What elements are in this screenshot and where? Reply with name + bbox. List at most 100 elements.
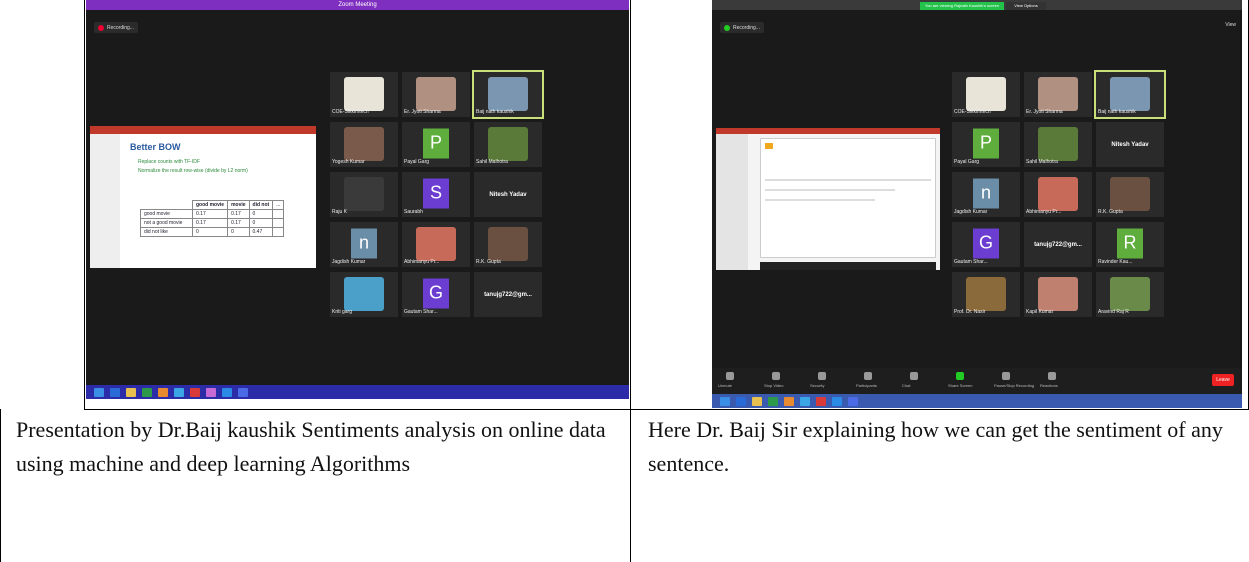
- participant-tile[interactable]: Abhimanyu Pr...: [402, 222, 470, 267]
- participant-video: [1038, 177, 1078, 211]
- participant-tile[interactable]: P Payal Garg: [402, 122, 470, 167]
- participant-tile[interactable]: Baij nath kaushik: [1094, 70, 1166, 119]
- participant-tile[interactable]: Er. Jyoti Sharma: [1024, 72, 1092, 117]
- participant-initial-avatar: P: [423, 128, 449, 158]
- participant-tile[interactable]: Sahil Malhotra: [1024, 122, 1092, 167]
- shared-notebook-screen: [716, 128, 940, 270]
- participant-name: R.K. Gupta: [476, 259, 501, 265]
- chrome-icon[interactable]: [784, 396, 794, 406]
- zoom-icon[interactable]: [832, 396, 842, 406]
- participant-tile[interactable]: P Payal Garg: [952, 122, 1020, 167]
- view-button[interactable]: View: [1225, 22, 1236, 28]
- participant-tile[interactable]: Kriti garg: [330, 272, 398, 317]
- pdf-icon[interactable]: [190, 387, 200, 397]
- table-cell: 0.47: [248, 227, 274, 237]
- participant-tile[interactable]: R Ravinder Kau...: [1096, 222, 1164, 267]
- control-reactions-icon[interactable]: [1048, 372, 1056, 380]
- windows-start-icon[interactable]: [94, 387, 104, 397]
- participant-name: Raju K: [332, 209, 348, 215]
- table-row-label: good movie: [140, 209, 193, 219]
- participant-video: [1038, 77, 1078, 111]
- table-cell: 0: [191, 227, 229, 237]
- participant-tile[interactable]: S Saurabh: [402, 172, 470, 217]
- windows-start-icon[interactable]: [720, 396, 730, 406]
- participant-name: Ravinder Kau...: [1098, 259, 1133, 265]
- participant-tile[interactable]: Kapil Kumar: [1024, 272, 1092, 317]
- app-icon[interactable]: [848, 396, 858, 406]
- table-cell: [272, 227, 285, 237]
- slide-bullets: Replace counts with TF-IDF Normalize the…: [138, 158, 308, 176]
- participant-name: Sahil Malhotra: [1026, 159, 1058, 165]
- participant-tile[interactable]: G Gautam Shar...: [952, 222, 1020, 267]
- participant-initial-avatar: G: [423, 278, 449, 308]
- participant-tile[interactable]: R.K. Gupta: [1096, 172, 1164, 217]
- participant-tile[interactable]: n Jagdish Kumar: [330, 222, 398, 267]
- participant-tile[interactable]: Nitesh Yadav: [1096, 122, 1164, 167]
- recording-indicator[interactable]: Recording...: [720, 22, 764, 33]
- participant-name: Baij nath kaushik: [1098, 109, 1136, 115]
- participant-tile[interactable]: COE-Sikkimtech: [330, 72, 398, 117]
- participant-tile[interactable]: tanujg722@gm...: [1024, 222, 1092, 267]
- participant-tile[interactable]: Yogesh Kumar: [330, 122, 398, 167]
- slide-thumbnails: [90, 134, 120, 268]
- browser-icon[interactable]: [736, 396, 746, 406]
- app-icon[interactable]: [238, 387, 248, 397]
- window-title: Zoom Meeting: [338, 2, 377, 8]
- participant-tile[interactable]: Baij nath kaushik: [472, 70, 544, 119]
- pdf-icon[interactable]: [816, 396, 826, 406]
- control-pause-stop-recording-icon[interactable]: [1002, 372, 1010, 380]
- control-security-icon[interactable]: [818, 372, 826, 380]
- participant-name: Saurabh: [404, 209, 423, 215]
- participant-tile[interactable]: R.K. Gupta: [474, 222, 542, 267]
- control-stop-video-icon[interactable]: [772, 372, 780, 380]
- folder-icon[interactable]: [752, 396, 762, 406]
- app-icon[interactable]: [768, 396, 778, 406]
- table-cell: 0: [227, 227, 250, 237]
- browser-icon[interactable]: [110, 387, 120, 397]
- table-header: ...: [272, 200, 285, 210]
- table-cell: 0.17: [191, 209, 229, 219]
- view-options-button[interactable]: View Options: [1006, 2, 1046, 10]
- control-label: Security: [810, 383, 825, 388]
- participant-tile[interactable]: Nitesh Yadav: [474, 172, 542, 217]
- participant-initial-avatar: n: [973, 178, 999, 208]
- slide-table: good movie movie did not ... good movie …: [140, 200, 285, 237]
- participant-video: [416, 77, 456, 111]
- control-share-screen-icon[interactable]: [956, 372, 964, 380]
- table-cell: [272, 218, 285, 228]
- participant-tile[interactable]: Aravind Raj R: [1096, 272, 1164, 317]
- table-cell: 0: [248, 209, 274, 219]
- control-label: Stop Video: [764, 383, 784, 388]
- participant-tile[interactable]: tanujg722@gm...: [474, 272, 542, 317]
- participant-name: COE-Sikkimtech: [954, 109, 991, 115]
- participant-tile[interactable]: Er. Jyoti Sharma: [402, 72, 470, 117]
- chrome-icon[interactable]: [158, 387, 168, 397]
- table-header: good movie: [191, 200, 229, 210]
- caption-left: Presentation by Dr.Baij kaushik Sentimen…: [16, 417, 606, 476]
- leave-button[interactable]: Leave: [1212, 374, 1234, 386]
- participant-tile[interactable]: Sahil Malhotra: [474, 122, 542, 167]
- control-chat-icon[interactable]: [910, 372, 918, 380]
- participant-name: Prof. Dr. Nasir: [954, 309, 986, 315]
- participant-tile[interactable]: G Gautam Shar...: [402, 272, 470, 317]
- participant-name: Abhimanyu Pr...: [404, 259, 440, 265]
- participant-tile[interactable]: Prof. Dr. Nasir: [952, 272, 1020, 317]
- app-icon[interactable]: [206, 387, 216, 397]
- table-row-label: not a good movie: [140, 218, 193, 228]
- app-icon[interactable]: [174, 387, 184, 397]
- table-row-label: did not like: [140, 227, 193, 237]
- app-icon[interactable]: [800, 396, 810, 406]
- participant-tile[interactable]: COE-Sikkimtech: [952, 72, 1020, 117]
- app-icon[interactable]: [142, 387, 152, 397]
- table-cell: 0: [248, 218, 274, 228]
- participant-tile[interactable]: Abhimanyu Pr...: [1024, 172, 1092, 217]
- control-unmute-icon[interactable]: [726, 372, 734, 380]
- recording-indicator[interactable]: Recording...: [94, 22, 138, 33]
- participant-video: [344, 77, 384, 111]
- participant-name: Kapil Kumar: [1026, 309, 1054, 315]
- folder-icon[interactable]: [126, 387, 136, 397]
- participant-tile[interactable]: n Jagdish Kumar: [952, 172, 1020, 217]
- control-participants-icon[interactable]: [864, 372, 872, 380]
- zoom-icon[interactable]: [222, 387, 232, 397]
- participant-tile[interactable]: Raju K: [330, 172, 398, 217]
